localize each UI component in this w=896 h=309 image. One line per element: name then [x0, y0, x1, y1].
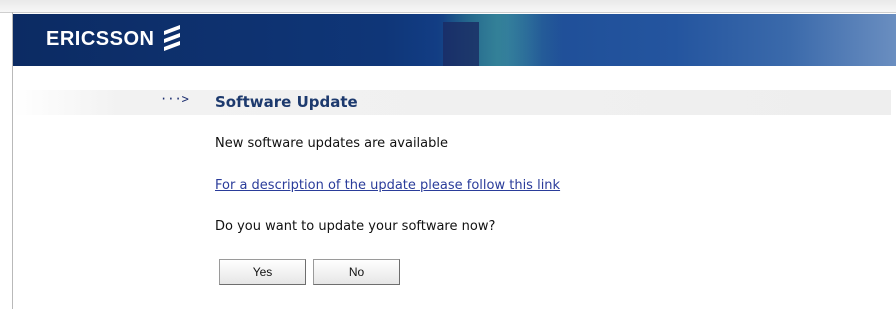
yes-button[interactable]: Yes [219, 259, 306, 285]
update-page: ERICSSON ···> Software Update New softwa… [0, 0, 896, 309]
ericsson-logo-icon [164, 25, 180, 51]
header-banner: ERICSSON [13, 14, 896, 66]
update-question-text: Do you want to update your software now? [215, 219, 496, 234]
section-header-band [13, 90, 891, 115]
update-description-link[interactable]: For a description of the update please f… [215, 178, 560, 193]
page-title: Software Update [215, 93, 358, 111]
top-border [0, 0, 896, 13]
brand-name: ERICSSON [46, 28, 155, 50]
banner-graphic-dark [443, 22, 479, 66]
arrow-icon: ···> [160, 92, 189, 106]
no-button[interactable]: No [313, 259, 400, 285]
update-available-text: New software updates are available [215, 136, 448, 151]
